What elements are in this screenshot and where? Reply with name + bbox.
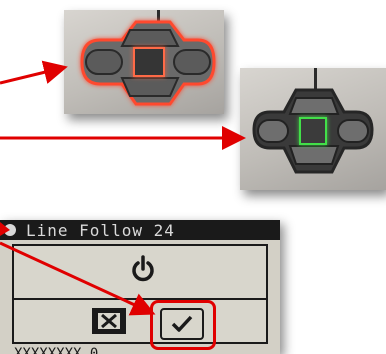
program-icon <box>4 224 16 236</box>
brick-buttons-green-photo <box>240 68 386 190</box>
lcd-title-bar: Line Follow 24 <box>0 220 280 240</box>
x-icon <box>98 313 120 329</box>
arrow-to-red-buttons <box>0 60 68 85</box>
dialog-divider <box>12 298 268 300</box>
down-button <box>120 77 180 97</box>
brick-button-cluster <box>80 20 216 106</box>
confirm-highlight-box <box>150 300 216 350</box>
left-button <box>257 119 289 143</box>
brick-buttons-red-photo <box>64 10 224 114</box>
cancel-button[interactable] <box>92 308 126 334</box>
left-button <box>85 49 123 75</box>
down-button <box>288 145 340 165</box>
lcd-screen: Line Follow 24 XXXXXXXX 0 <box>0 220 280 354</box>
brick-button-cluster <box>252 88 374 174</box>
lcd-title: Line Follow 24 <box>26 221 175 240</box>
power-icon <box>130 254 156 284</box>
up-button <box>288 97 340 115</box>
center-button <box>133 47 165 77</box>
lcd-bottom-text: XXXXXXXX 0 <box>14 346 99 354</box>
right-button <box>337 119 369 143</box>
right-button <box>173 49 211 75</box>
up-button <box>120 29 180 47</box>
center-button <box>299 117 327 145</box>
